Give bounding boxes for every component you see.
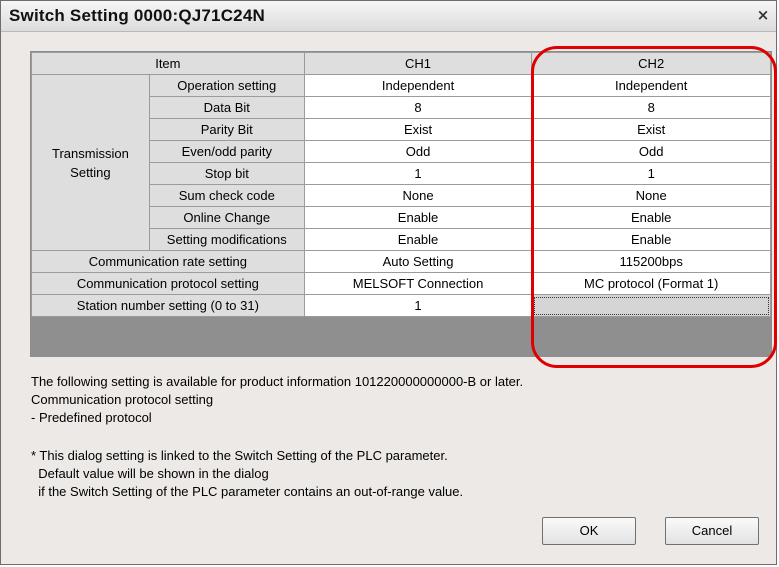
- ch1-value-cell[interactable]: Independent: [303, 74, 533, 97]
- header-ch1: CH1: [303, 52, 533, 75]
- info-line: - Predefined protocol: [31, 410, 152, 425]
- note-line: if the Switch Setting of the PLC paramet…: [31, 484, 464, 499]
- ch2-value-cell[interactable]: Independent: [531, 74, 771, 97]
- header-ch2: CH2: [531, 52, 771, 75]
- row-label: Sum check code: [148, 184, 305, 207]
- info-line: The following setting is available for p…: [31, 374, 524, 389]
- ch2-value-cell[interactable]: 8: [531, 96, 771, 119]
- row-label: Station number setting (0 to 31): [31, 294, 305, 317]
- note-line: Default value will be shown in the dialo…: [31, 466, 269, 481]
- ch2-value-cell[interactable]: 1: [531, 162, 771, 185]
- cancel-button[interactable]: Cancel: [665, 517, 759, 545]
- row-label: Operation setting: [148, 74, 305, 97]
- ch2-value-cell[interactable]: MC protocol (Format 1): [531, 272, 771, 295]
- window-title: Switch Setting 0000:QJ71C24N: [9, 6, 265, 25]
- grid-empty-area: [31, 340, 771, 357]
- row-label: Online Change: [148, 206, 305, 229]
- note-line: * This dialog setting is linked to the S…: [31, 448, 448, 463]
- ch1-value-cell[interactable]: None: [303, 184, 533, 207]
- settings-table: Item CH1 CH2 Transmission Setting Operation …: [31, 52, 771, 317]
- info-line: Communication protocol setting: [31, 392, 214, 407]
- ch1-value-cell[interactable]: Enable: [303, 228, 533, 251]
- row-label: Communication rate setting: [31, 250, 305, 273]
- ch2-value-cell[interactable]: Exist: [531, 118, 771, 141]
- ch2-value-cell[interactable]: 115200bps: [531, 250, 771, 273]
- linked-setting-note: * This dialog setting is linked to the S…: [31, 447, 761, 501]
- header-item: Item: [31, 52, 305, 75]
- ch2-station-number-cell[interactable]: [531, 294, 771, 317]
- ch1-value-cell[interactable]: Enable: [303, 206, 533, 229]
- switch-setting-dialog: Switch Setting 0000:QJ71C24N × Item CH1 CH…: [0, 0, 777, 565]
- ch1-value-cell[interactable]: MELSOFT Connection: [303, 272, 533, 295]
- table-row: Transmission Setting Operation setting Ind…: [31, 74, 771, 251]
- grid-header-row: Item CH1 CH2: [31, 52, 771, 75]
- table-row: Communication protocol setting MELSOFT Co…: [31, 272, 771, 295]
- ch2-value-cell[interactable]: None: [531, 184, 771, 207]
- row-label: Parity Bit: [148, 118, 305, 141]
- switch-setting-grid: Item CH1 CH2 Transmission Setting Operation …: [30, 51, 772, 357]
- ch1-value-cell[interactable]: 1: [303, 294, 533, 317]
- ch1-value-cell[interactable]: Odd: [303, 140, 533, 163]
- row-label: Even/odd parity: [148, 140, 305, 163]
- ch2-value-cell[interactable]: Odd: [531, 140, 771, 163]
- ch2-value-cell[interactable]: Enable: [531, 228, 771, 251]
- row-label: Communication protocol setting: [31, 272, 305, 295]
- ok-button[interactable]: OK: [542, 517, 636, 545]
- ch2-value-cell[interactable]: Enable: [531, 206, 771, 229]
- table-row: Communication rate setting Auto Setting 11…: [31, 250, 771, 273]
- ch1-value-cell[interactable]: 1: [303, 162, 533, 185]
- row-label: Stop bit: [148, 162, 305, 185]
- ch1-value-cell[interactable]: 8: [303, 96, 533, 119]
- product-info-text: The following setting is available for p…: [31, 373, 761, 427]
- title-bar: Switch Setting 0000:QJ71C24N ×: [1, 1, 776, 32]
- row-label: Setting modifications: [148, 228, 305, 251]
- ch1-value-cell[interactable]: Auto Setting: [303, 250, 533, 273]
- close-icon[interactable]: ×: [754, 6, 772, 24]
- ch1-value-cell[interactable]: Exist: [303, 118, 533, 141]
- table-row: Station number setting (0 to 31) 1: [31, 294, 771, 317]
- transmission-setting-group-label: Transmission Setting: [31, 74, 150, 251]
- row-label: Data Bit: [148, 96, 305, 119]
